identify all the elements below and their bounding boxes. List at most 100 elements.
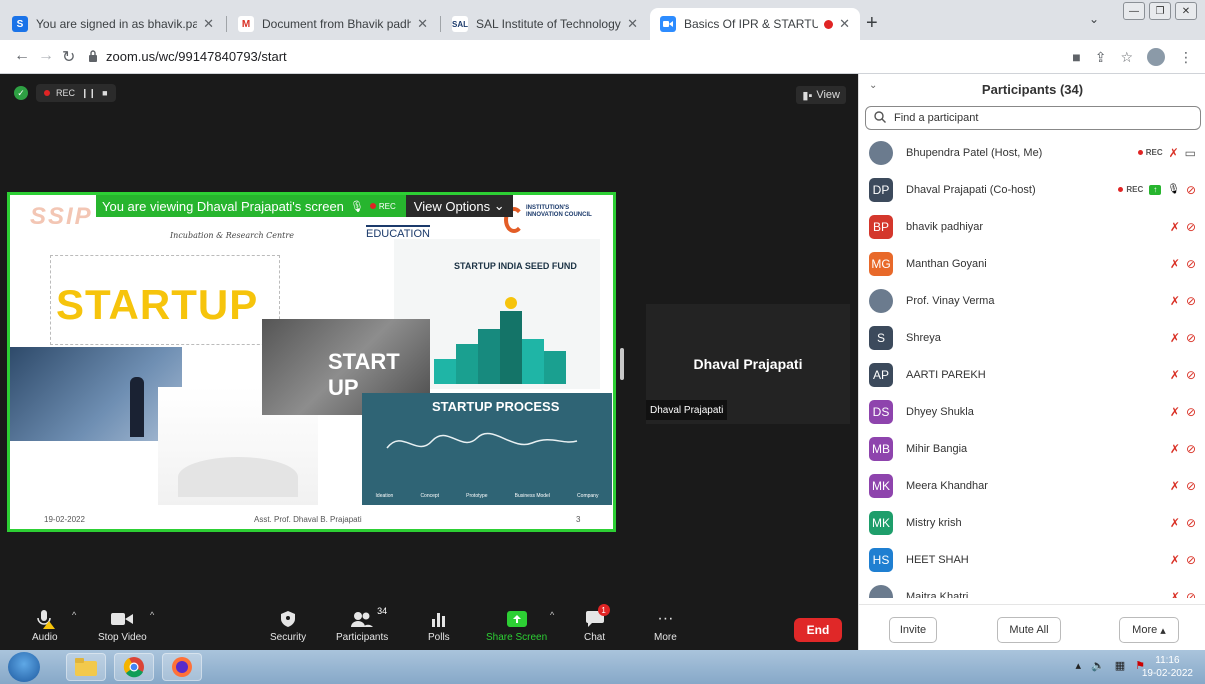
polls-label: Polls	[428, 632, 450, 643]
taskbar-clock[interactable]: 11:16 19-02-2022	[1142, 654, 1193, 680]
audio-options-caret-icon[interactable]: ^	[72, 610, 76, 620]
participant-row[interactable]: HS HEET SHAH ✗ ⊘	[859, 541, 1205, 578]
camera-blocked-icon[interactable]: ■	[1072, 49, 1080, 65]
stop-video-button[interactable]: Stop Video	[98, 608, 147, 643]
recording-indicator[interactable]: REC ❙❙ ■	[36, 84, 116, 102]
share-options-caret-icon[interactable]: ^	[550, 610, 554, 620]
participant-row[interactable]: AP AARTI PAREKH ✗ ⊘	[859, 356, 1205, 393]
chat-button[interactable]: 1 Chat	[584, 604, 610, 643]
video-camera-icon	[111, 608, 134, 630]
tray-expand-icon[interactable]: ▴	[1075, 659, 1081, 672]
pause-icon[interactable]: ❙❙	[81, 88, 96, 99]
minimize-button[interactable]: —	[1123, 2, 1145, 20]
maximize-button[interactable]: ❐	[1149, 2, 1171, 20]
microphone-muted-icon[interactable]: ✗	[1170, 516, 1180, 530]
ssip-logo: SSIP	[30, 203, 93, 230]
participants-button[interactable]: 34 Participants	[336, 606, 388, 643]
audio-button[interactable]: Audio	[32, 608, 58, 643]
close-window-button[interactable]: ✕	[1175, 2, 1197, 20]
stop-icon[interactable]: ■	[102, 88, 107, 98]
participant-row[interactable]: BP bhavik padhiyar ✗ ⊘	[859, 208, 1205, 245]
camera-off-icon[interactable]: ⊘	[1186, 294, 1196, 308]
back-arrow-icon[interactable]: ←	[14, 47, 30, 65]
camera-off-icon[interactable]: ⊘	[1186, 590, 1196, 599]
polls-button[interactable]: Polls	[428, 608, 450, 643]
participant-row[interactable]: MG Manthan Goyani ✗ ⊘	[859, 245, 1205, 282]
view-options-button[interactable]: View Options ⌄	[405, 195, 513, 217]
share-screen-button[interactable]: Share Screen	[486, 608, 547, 643]
microphone-muted-icon[interactable]: ✗	[1170, 220, 1180, 234]
windows-start-button[interactable]	[8, 652, 40, 682]
firefox-icon[interactable]	[162, 653, 202, 681]
microphone-muted-icon[interactable]: ✗	[1170, 405, 1180, 419]
camera-off-icon[interactable]: ⊘	[1186, 368, 1196, 382]
address-actions: ■ ⇪ ☆ ⋮	[1072, 48, 1193, 66]
camera-off-icon[interactable]: ⊘	[1186, 220, 1196, 234]
system-tray: ▴ 🔈 ▦ ⚑	[1075, 659, 1145, 672]
microphone-muted-icon[interactable]: ✗	[1170, 590, 1180, 599]
shared-screen[interactable]: You are viewing Dhaval Prajapati's scree…	[7, 192, 616, 532]
forward-arrow-icon[interactable]: →	[38, 47, 54, 65]
split-drag-handle[interactable]	[620, 348, 624, 380]
chrome-icon[interactable]	[114, 653, 154, 681]
url-input[interactable]: zoom.us/wc/99147840793/start	[106, 49, 287, 64]
camera-icon[interactable]: ▭	[1185, 146, 1196, 160]
tab-close-icon[interactable]: ✕	[627, 16, 638, 32]
file-explorer-icon[interactable]	[66, 653, 106, 681]
participant-row[interactable]: Maitra Khatri ✗ ⊘	[859, 578, 1205, 598]
participant-row[interactable]: MB Mihir Bangia ✗ ⊘	[859, 430, 1205, 467]
browser-tab-1[interactable]: S You are signed in as bhavik.padh ✕	[2, 8, 224, 40]
camera-off-icon[interactable]: ⊘	[1186, 442, 1196, 456]
microphone-muted-icon[interactable]: ✗	[1170, 553, 1180, 567]
participant-row[interactable]: MK Mistry krish ✗ ⊘	[859, 504, 1205, 541]
security-button[interactable]: Security	[270, 608, 306, 643]
tab-close-icon[interactable]: ✕	[839, 16, 850, 32]
encryption-shield-icon[interactable]: ✓	[14, 86, 28, 100]
camera-off-icon[interactable]: ⊘	[1186, 516, 1196, 530]
microphone-muted-icon[interactable]: ✗	[1170, 479, 1180, 493]
browser-tab-3[interactable]: SAL SAL Institute of Technology & En ✕	[442, 8, 648, 40]
mute-all-button[interactable]: Mute All	[997, 617, 1061, 643]
end-meeting-button[interactable]: End	[794, 618, 842, 642]
participant-search-input[interactable]: Find a participant	[865, 106, 1201, 130]
reload-icon[interactable]: ↻	[62, 47, 75, 67]
camera-off-icon[interactable]: ⊘	[1186, 479, 1196, 493]
speaker-icon[interactable]: 🔈	[1091, 659, 1105, 672]
microphone-on-icon[interactable]: 🎙	[1167, 184, 1180, 195]
browser-tab-4-active[interactable]: Basics Of IPR & STARTUP ✕	[650, 8, 860, 40]
network-icon[interactable]: ▦	[1115, 659, 1125, 672]
participant-row[interactable]: MK Meera Khandhar ✗ ⊘	[859, 467, 1205, 504]
tab-close-icon[interactable]: ✕	[417, 16, 428, 32]
browser-tab-2[interactable]: M Document from Bhavik padhiyar ✕	[228, 8, 438, 40]
microphone-muted-icon[interactable]: ✗	[1170, 442, 1180, 456]
new-tab-button[interactable]: +	[866, 12, 878, 35]
participant-row[interactable]: DP Dhaval Prajapati (Co-host) REC ↑ 🎙 ⊘	[859, 171, 1205, 208]
view-button[interactable]: ▮▪ View	[796, 86, 846, 104]
participant-row[interactable]: Bhupendra Patel (Host, Me) REC ✗ ▭	[859, 134, 1205, 171]
bookmark-star-icon[interactable]: ☆	[1120, 49, 1133, 66]
microphone-muted-icon[interactable]: ✗	[1170, 257, 1180, 271]
share-icon[interactable]: ⇪	[1095, 49, 1107, 66]
more-button[interactable]: ··· More	[654, 608, 677, 643]
tab-search-chevron-icon[interactable]: ⌄	[1089, 12, 1099, 26]
microphone-muted-icon[interactable]: ✗	[1170, 331, 1180, 345]
microphone-muted-icon[interactable]: ✗	[1170, 294, 1180, 308]
invite-button[interactable]: Invite	[889, 617, 937, 643]
camera-off-icon[interactable]: ⊘	[1186, 183, 1196, 197]
profile-avatar[interactable]	[1147, 48, 1165, 66]
menu-kebab-icon[interactable]: ⋮	[1179, 49, 1193, 66]
video-options-caret-icon[interactable]: ^	[150, 610, 154, 620]
view-label: View	[816, 89, 840, 101]
camera-off-icon[interactable]: ⊘	[1186, 257, 1196, 271]
microphone-muted-icon[interactable]: ✗	[1170, 368, 1180, 382]
lock-icon[interactable]	[88, 50, 98, 62]
participant-row[interactable]: DS Dhyey Shukla ✗ ⊘	[859, 393, 1205, 430]
tab-close-icon[interactable]: ✕	[203, 16, 214, 32]
participant-row[interactable]: S Shreya ✗ ⊘	[859, 319, 1205, 356]
panel-more-button[interactable]: More ▴	[1119, 617, 1179, 643]
camera-off-icon[interactable]: ⊘	[1186, 553, 1196, 567]
camera-off-icon[interactable]: ⊘	[1186, 405, 1196, 419]
camera-off-icon[interactable]: ⊘	[1186, 331, 1196, 345]
participant-row[interactable]: Prof. Vinay Verma ✗ ⊘	[859, 282, 1205, 319]
microphone-muted-icon[interactable]: ✗	[1169, 146, 1179, 160]
